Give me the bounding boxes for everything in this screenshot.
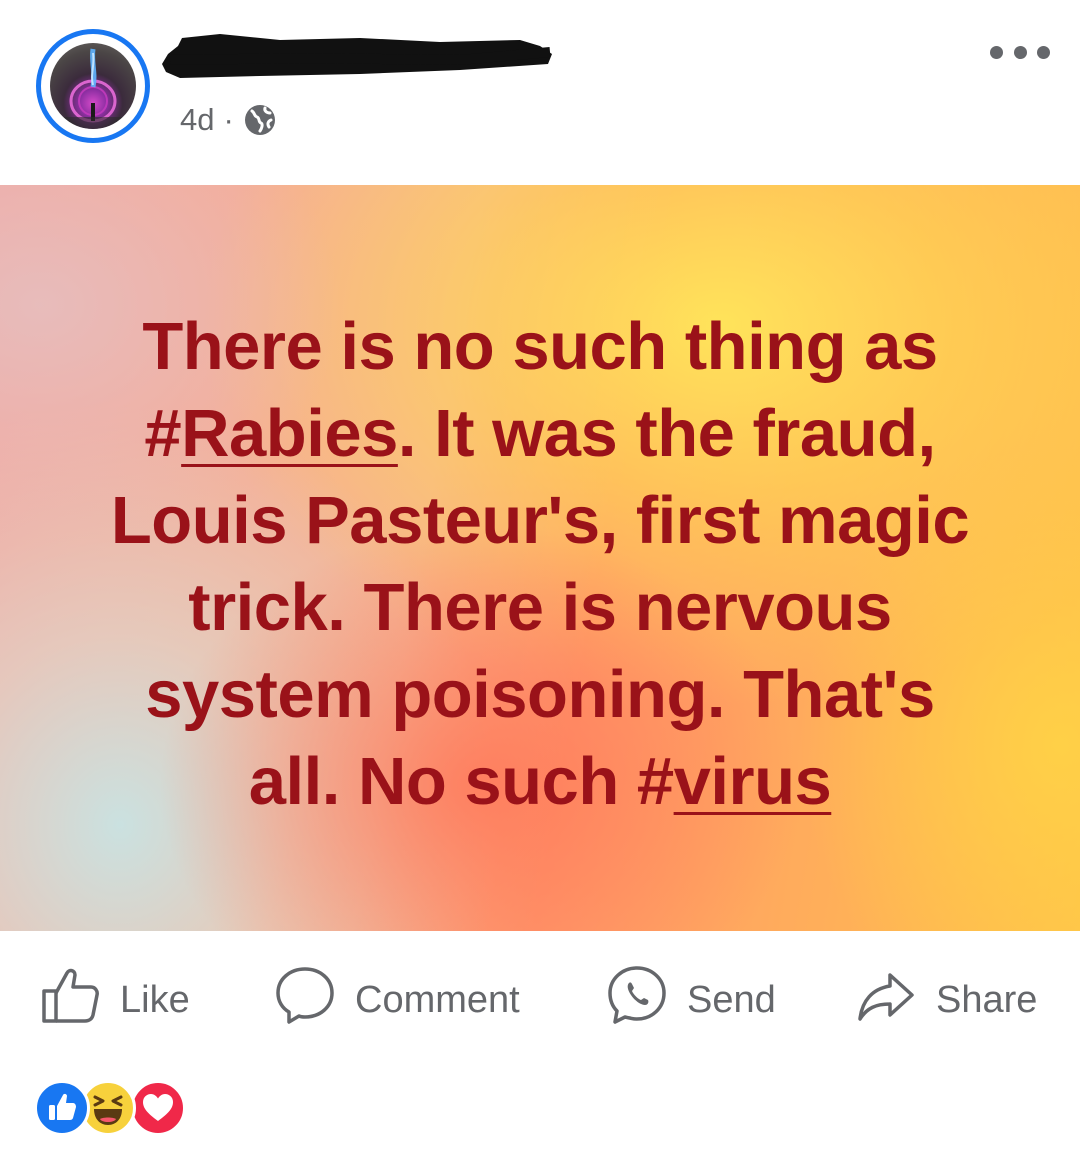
like-label: Like (120, 978, 190, 1021)
post-text-line: There is no such thing as (60, 303, 1020, 390)
globe-icon (243, 103, 277, 137)
like-reaction-icon (34, 1080, 90, 1136)
text-segment: Louis Pasteur's, first magic (110, 483, 970, 558)
text-segment: system poisoning. That's (145, 657, 935, 732)
post-text-line: #Rabies. It was the fraud, (60, 390, 1020, 477)
hashtag-word: virus (673, 744, 832, 819)
text-segment: all. No such (248, 744, 637, 819)
post-text-line: all. No such #virus (60, 738, 1020, 825)
hashtag-link-virus[interactable]: #virus (636, 744, 832, 819)
comment-button[interactable]: Comment (275, 960, 520, 1040)
avatar-image (50, 43, 136, 129)
post-text: There is no such thing as #Rabies. It wa… (60, 303, 1020, 825)
post-text-line: trick. There is nervous (60, 564, 1020, 651)
post-text-line: system poisoning. That's (60, 651, 1020, 738)
text-segment: There is no such thing as (142, 309, 938, 384)
post-timestamp[interactable]: 4d (180, 102, 214, 138)
like-button[interactable]: Like (40, 960, 190, 1040)
more-dot (990, 45, 1003, 59)
post-header: 4d · (0, 0, 1080, 185)
love-reaction-icon (130, 1080, 186, 1136)
more-dot (1013, 45, 1027, 59)
thumbs-up-icon (40, 965, 100, 1035)
redacted-author-name (162, 34, 552, 78)
more-options-icon[interactable] (990, 40, 1050, 64)
share-button[interactable]: Share (856, 960, 1037, 1040)
post-text-line: Louis Pasteur's, first magic (60, 477, 1020, 564)
meta-separator: · (223, 102, 234, 137)
text-segment: trick. There is nervous (188, 570, 892, 645)
share-arrow-icon (856, 965, 916, 1035)
hashtag-word: Rabies (181, 396, 398, 471)
reaction-summary[interactable] (34, 1080, 194, 1136)
send-label: Send (687, 978, 776, 1021)
post-action-bar: Like Comment Send Share (0, 960, 1080, 1040)
hashtag-symbol: # (636, 744, 674, 819)
hashtag-link-rabies[interactable]: #Rabies (144, 396, 398, 471)
post-background-card: There is no such thing as #Rabies. It wa… (0, 185, 1080, 931)
text-segment: . It was the fraud, (397, 396, 936, 471)
hashtag-symbol: # (144, 396, 182, 471)
comment-bubble-icon (275, 965, 335, 1035)
send-button[interactable]: Send (607, 960, 776, 1040)
comment-label: Comment (355, 978, 520, 1021)
messenger-icon (607, 965, 667, 1035)
more-dot (1037, 45, 1050, 59)
post-meta: 4d · (180, 100, 277, 140)
author-avatar[interactable] (36, 29, 150, 143)
share-label: Share (936, 978, 1038, 1021)
facebook-post: 4d · There is no such thing as #Rabies. … (0, 0, 1080, 1160)
